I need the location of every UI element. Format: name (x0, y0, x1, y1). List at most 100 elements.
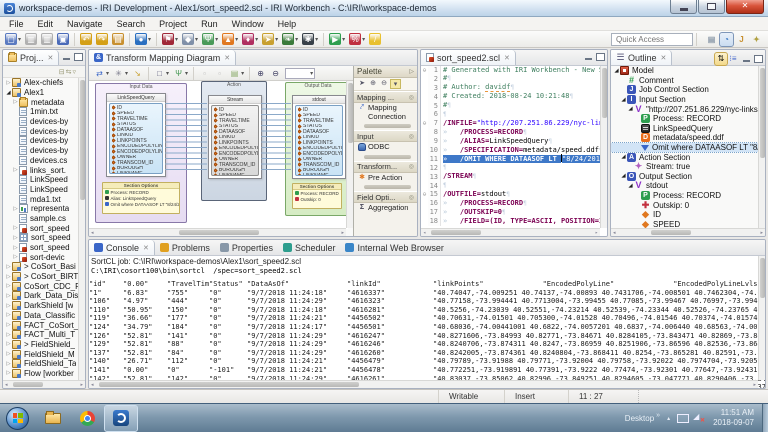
expander-icon[interactable]: ◢ (620, 154, 627, 160)
dropdown-caret-icon[interactable]: ▾ (315, 36, 318, 43)
perspective-iri-perspective[interactable]: ◔ (719, 31, 734, 47)
fold-marker-icon[interactable]: ⊖ (421, 67, 428, 74)
close-tab-icon[interactable]: ✕ (504, 54, 510, 62)
outline-item[interactable]: ◢ O Output Section (611, 171, 758, 182)
console-vscrollbar[interactable] (758, 256, 765, 380)
dropdown-caret-icon[interactable]: ▾ (166, 70, 169, 77)
project-explorer-item[interactable]: ▷ FieldShield_M (3, 349, 78, 359)
project-explorer-item[interactable]: ▷ links_sort. (3, 165, 78, 175)
editor-line[interactable]: 18» /FIELD=(ID, TYPE=ASCII, POSITION=1 (421, 217, 607, 227)
outline-item[interactable]: ◢ A Action Section (611, 152, 758, 162)
toolbar-gear-button[interactable]: ✱ ▾ (301, 32, 319, 46)
tab-sort-speed2-scl[interactable]: sort_speed2.scl ✕ (421, 50, 516, 65)
editor-line[interactable]: 17» /OUTSKIP=0¶ (421, 208, 607, 218)
minimize-view-icon[interactable] (742, 55, 751, 63)
toolbar-protect-wizard-button[interactable]: ▲ ▾ (221, 32, 239, 46)
pin-icon[interactable]: ◎ (409, 163, 414, 170)
collapse-all-icon[interactable]: ⊟ (59, 68, 66, 76)
console-hscrollbar[interactable]: ◂ ▸ (89, 380, 758, 388)
diagram-zoom-in-button[interactable]: ⊕ (254, 66, 267, 80)
expander-icon[interactable]: ◢ (620, 97, 627, 103)
expander-icon[interactable]: ▷ (5, 274, 12, 280)
collapse-palette-icon[interactable]: ▷ (409, 68, 414, 75)
outline-item[interactable]: Omit where DATAASOF LT "8/24 (611, 141, 758, 154)
minimize-view-icon[interactable] (584, 53, 593, 61)
project-explorer-item[interactable]: ▷ representa (3, 204, 78, 214)
expander-icon[interactable]: ▷ (5, 332, 12, 338)
project-explorer-item[interactable]: ▷ Alex-chiefs (3, 78, 78, 88)
project-explorer-item[interactable]: ▷ FACT_CoSort_ (3, 320, 78, 330)
pin-icon[interactable]: ◎ (409, 133, 414, 140)
diagram-canvas[interactable]: Input Data LinkSpeedQuery ID SPEED TRAVELTIM… (89, 81, 348, 229)
toolbar-profile-button[interactable]: % ▾ (348, 32, 366, 46)
project-explorer-item[interactable]: ▷ > CoSort_Basi (3, 262, 78, 272)
project-explorer-item[interactable]: LinkSpeed (3, 175, 78, 185)
start-button[interactable] (6, 406, 29, 430)
toolbar-migrate-wizard-button[interactable]: ➤ ▾ (261, 32, 279, 46)
expander-icon[interactable]: ▷ (5, 303, 12, 309)
editor-line[interactable]: 11» /OMIT WHERE DATAASOF LT "8/24/2018 (421, 154, 607, 164)
desktop-chevron-icon[interactable]: » (656, 412, 660, 419)
dropdown-caret-icon[interactable]: ▾ (185, 70, 188, 77)
palette-category-input[interactable]: Input ◎ (354, 130, 417, 142)
dropdown-caret-icon[interactable]: ▾ (275, 36, 278, 43)
project-explorer-item[interactable]: sample.cs (3, 213, 78, 224)
toolbar-open-console-button[interactable]: ▣ (56, 32, 70, 46)
outline-item[interactable]: ◢ Vstdout (611, 181, 758, 191)
menu-edit[interactable]: Edit (31, 17, 61, 31)
sort-outline-icon[interactable]: ⇅ (714, 52, 728, 66)
expander-icon[interactable]: ▷ (5, 370, 12, 376)
dropdown-caret-icon[interactable]: ▾ (241, 70, 244, 77)
diagram-input-entity[interactable]: LinkSpeedQuery ID SPEED TRAVELTIME STATUS DAT… (106, 93, 166, 177)
editor-line[interactable]: 6 ¶ (421, 110, 607, 120)
fold-marker-icon[interactable]: ⊖ (421, 191, 428, 198)
diagram-shape-button[interactable]: □ ▾ (153, 66, 170, 80)
show-desktop-button[interactable] (762, 403, 768, 432)
dropdown-caret-icon[interactable]: ▾ (125, 70, 128, 77)
diagram-input-note[interactable]: Section Options Process: RECORD Alias: Lin… (102, 182, 180, 214)
note-tool-icon[interactable]: ▾ (390, 79, 401, 89)
diagram-disabled-2-button[interactable]: ▫ (213, 66, 226, 80)
project-explorer-vscrollbar[interactable] (78, 78, 85, 380)
palette-item-odbc[interactable]: ODBC (354, 142, 417, 153)
menu-run[interactable]: Run (194, 17, 225, 31)
taskbar-iri-workbench-button[interactable] (104, 404, 138, 432)
dropdown-caret-icon[interactable]: ▾ (195, 36, 198, 43)
project-explorer-hscrollbar[interactable]: ◂ ▸ (3, 380, 85, 388)
expander-icon[interactable]: ▷ (12, 167, 19, 173)
dropdown-caret-icon[interactable]: ▾ (106, 70, 109, 77)
zoom-level-combo[interactable]: ▾ (285, 67, 316, 79)
expander-icon[interactable]: ◢ (627, 106, 634, 112)
tab-outline[interactable]: ☰ Outline ✕ (611, 50, 673, 65)
expander-icon[interactable]: ◢ (5, 90, 12, 96)
project-explorer-item[interactable]: ▷ FACT_Multi_T (3, 330, 78, 340)
minimize-button[interactable] (670, 0, 697, 14)
menu-help[interactable]: Help (271, 17, 304, 31)
palette-item-aggregation[interactable]: Σ Aggregation (354, 203, 417, 214)
project-explorer-item[interactable]: ▷ FieldShield_Ta (3, 359, 78, 369)
tab-problems[interactable]: Problems (155, 240, 215, 255)
maximize-view-icon[interactable] (74, 53, 83, 61)
expander-icon[interactable]: ◢ (620, 173, 627, 179)
dropdown-caret-icon[interactable]: ▾ (310, 70, 313, 77)
close-tab-icon[interactable]: ✕ (661, 54, 667, 62)
outline-item[interactable]: P Process: RECORD (611, 191, 758, 201)
project-explorer-item[interactable]: devices-by (3, 117, 78, 127)
project-explorer-item[interactable]: ▷ sort_speed (3, 223, 78, 233)
expander-icon[interactable]: ▷ (5, 293, 12, 299)
project-explorer-item[interactable]: ▷ > CoSort_BIRT (3, 272, 78, 282)
toolbar-undo-button[interactable]: ↶ (79, 32, 93, 46)
expander-icon[interactable]: ▷ (5, 351, 12, 357)
diagram-zoom-out-button[interactable]: ⊖ (269, 66, 282, 80)
expander-icon[interactable]: ▷ (12, 225, 19, 231)
dropdown-caret-icon[interactable]: ▾ (148, 36, 151, 43)
outline-item[interactable]: LinkSpeedQuery (611, 123, 758, 134)
diagram-clipboard-button[interactable]: ▤ ▾ (228, 66, 245, 80)
tab-properties[interactable]: Properties (215, 240, 278, 255)
outline-item[interactable]: ◢ Model (611, 66, 758, 76)
diagram-output-note[interactable]: Section Options Process: RECORD Outskip: 0 (292, 183, 342, 209)
toolbar-sort-wizard-button[interactable]: ⚑ ▾ (161, 32, 179, 46)
menu-search[interactable]: Search (110, 17, 153, 31)
maximize-view-icon[interactable] (596, 53, 605, 61)
project-explorer-item[interactable]: LinkSpeed (3, 184, 78, 195)
